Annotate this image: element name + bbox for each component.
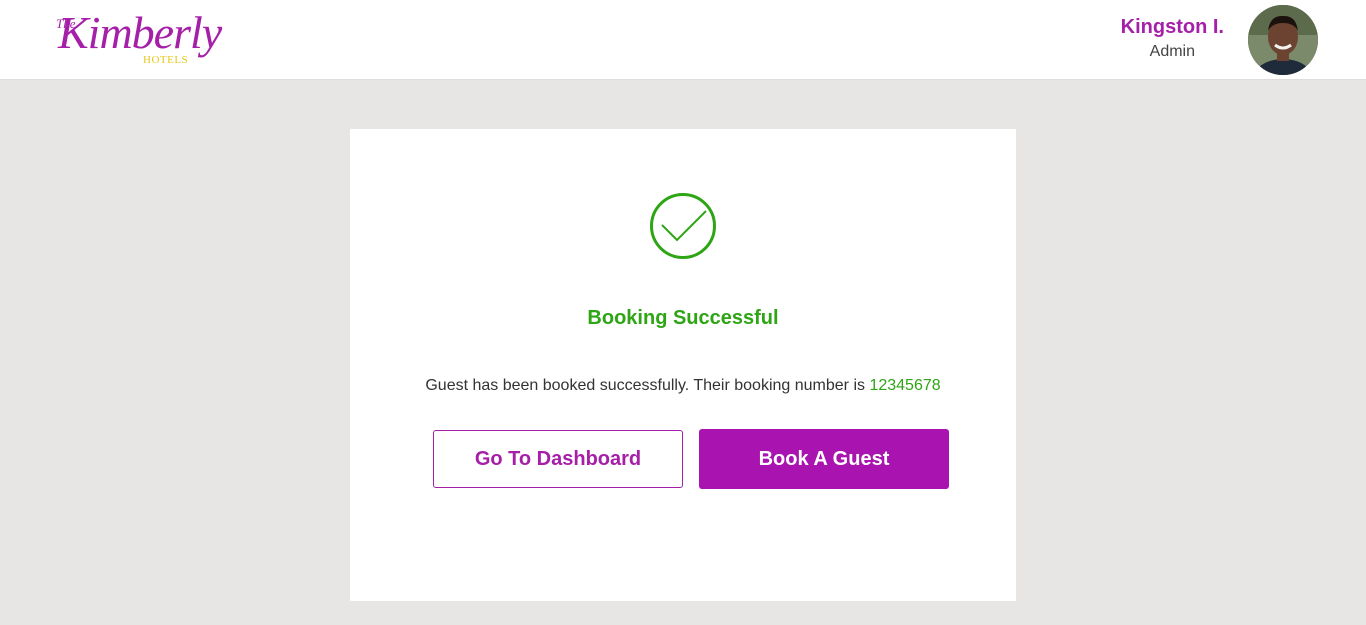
booking-number: 12345678 — [869, 377, 941, 394]
success-message: Guest has been booked successfully. Thei… — [350, 377, 1016, 395]
check-circle-icon — [650, 193, 716, 259]
avatar-photo-icon — [1248, 5, 1318, 75]
book-a-guest-button[interactable]: Book A Guest — [699, 429, 949, 489]
logo-name-text: Kimberly — [58, 7, 222, 58]
avatar[interactable] — [1248, 5, 1318, 75]
user-info: Kingston I. Admin — [1121, 16, 1224, 61]
logo-sub-text: HOTELS — [143, 54, 189, 66]
success-message-text: Guest has been booked successfully. Thei… — [425, 377, 870, 394]
top-bar: The Kimberly HOTELS Kingston I. Admin — [0, 0, 1366, 80]
kimberly-hotels-logo[interactable]: The Kimberly HOTELS — [50, 7, 222, 72]
booking-success-card: Booking Successful Guest has been booked… — [350, 129, 1016, 601]
user-name: Kingston I. — [1120, 16, 1224, 38]
success-title: Booking Successful — [587, 307, 779, 329]
user-role: Admin — [1149, 43, 1196, 60]
go-to-dashboard-button[interactable]: Go To Dashboard — [433, 430, 683, 488]
